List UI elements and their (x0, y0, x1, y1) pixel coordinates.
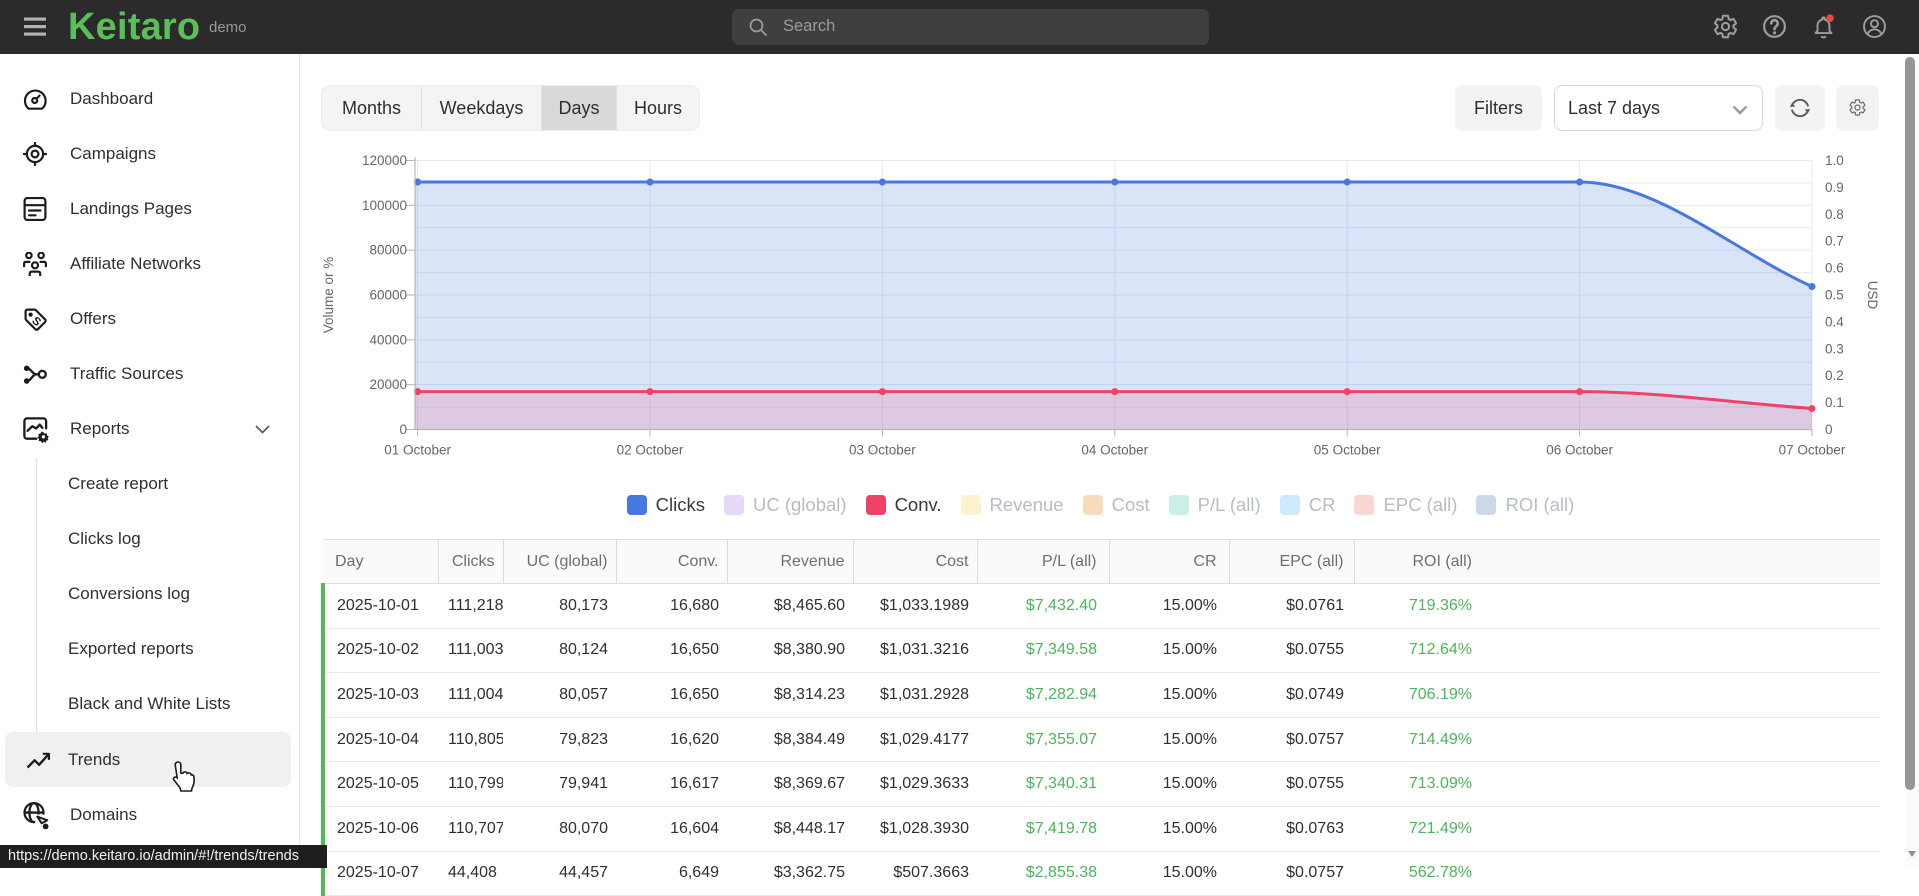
svg-text:Volume or %: Volume or % (321, 257, 336, 334)
svg-text:120000: 120000 (362, 153, 407, 168)
svg-text:03 October: 03 October (849, 443, 916, 458)
svg-text:0.4: 0.4 (1825, 314, 1844, 329)
svg-text:20000: 20000 (369, 377, 407, 392)
svg-text:0.9: 0.9 (1825, 180, 1844, 195)
svg-text:01 October: 01 October (384, 443, 451, 458)
svg-text:0.5: 0.5 (1825, 288, 1844, 303)
svg-text:0.1: 0.1 (1825, 395, 1844, 410)
svg-text:04 October: 04 October (1081, 443, 1148, 458)
svg-text:05 October: 05 October (1314, 443, 1381, 458)
svg-text:0.3: 0.3 (1825, 341, 1844, 356)
svg-text:07 October: 07 October (1779, 443, 1846, 458)
svg-text:60000: 60000 (369, 288, 407, 303)
svg-text:100000: 100000 (362, 198, 407, 213)
svg-text:0.7: 0.7 (1825, 234, 1844, 249)
svg-text:0: 0 (399, 422, 407, 437)
svg-text:0.2: 0.2 (1825, 368, 1844, 383)
svg-text:USD: USD (1865, 281, 1880, 310)
svg-text:1.0: 1.0 (1825, 153, 1844, 168)
svg-text:0: 0 (1825, 422, 1833, 437)
svg-text:80000: 80000 (369, 243, 407, 258)
svg-text:02 October: 02 October (617, 443, 684, 458)
svg-text:06 October: 06 October (1546, 443, 1613, 458)
svg-text:0.6: 0.6 (1825, 261, 1844, 276)
svg-text:0.8: 0.8 (1825, 207, 1844, 222)
svg-text:40000: 40000 (369, 332, 407, 347)
